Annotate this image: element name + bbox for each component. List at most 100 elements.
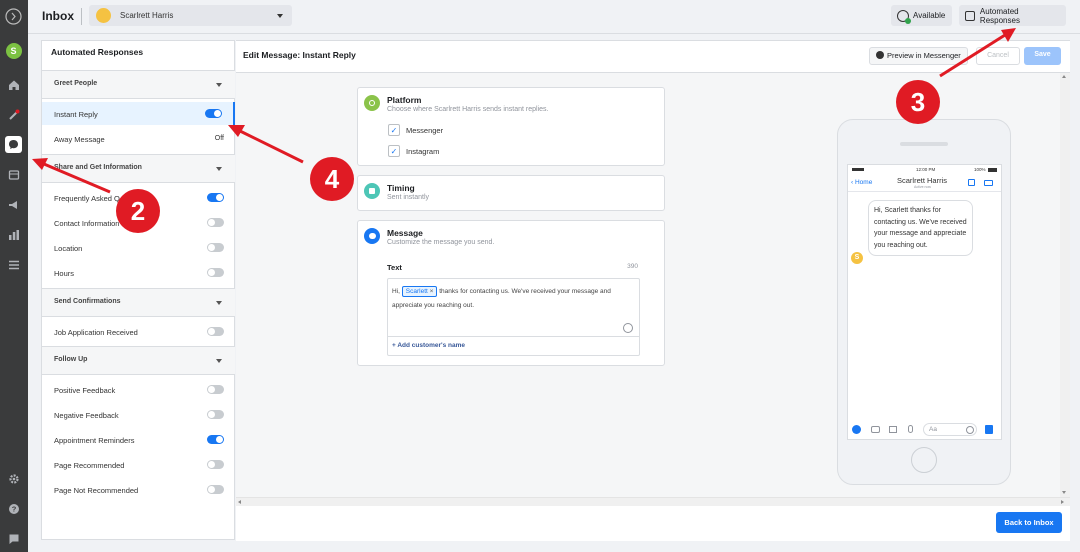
item-location[interactable]: Location	[42, 236, 235, 259]
preview-in-messenger-button[interactable]: Preview in Messenger	[869, 47, 968, 65]
video-call-icon[interactable]	[984, 180, 993, 186]
page-not-recommended-toggle[interactable]	[207, 485, 224, 494]
plus-icon[interactable]	[852, 425, 861, 434]
image-icon[interactable]	[889, 426, 897, 433]
publishing-tools-icon[interactable]	[5, 166, 22, 183]
item-hours[interactable]: Hours	[42, 261, 235, 284]
page-avatar[interactable]: S	[5, 42, 22, 59]
item-page-recommended[interactable]: Page Recommended	[42, 453, 235, 476]
message-title: Message	[387, 228, 423, 238]
section-follow-up[interactable]: Follow Up	[42, 346, 235, 375]
text-label: Text	[387, 263, 402, 272]
positive-feedback-toggle[interactable]	[207, 385, 224, 394]
hours-toggle[interactable]	[207, 268, 224, 277]
item-label: Positive Feedback	[54, 386, 116, 395]
home-button[interactable]	[911, 447, 937, 473]
page-recommended-toggle[interactable]	[207, 460, 224, 469]
section-label: Send Confirmations	[54, 298, 121, 305]
away-message-status: Off	[214, 135, 224, 142]
chat-bubble: Hi, Scarlett thanks for contacting us. W…	[868, 200, 973, 256]
item-label: Page Recommended	[54, 461, 125, 470]
section-greet-people[interactable]: Greet People	[42, 70, 235, 99]
back-to-inbox-button[interactable]: Back to Inbox	[996, 512, 1062, 533]
instagram-checkbox[interactable]: ✓	[388, 145, 400, 157]
panel-title: Automated Responses	[51, 47, 144, 57]
item-label: Frequently Asked Q	[54, 194, 120, 203]
insights-icon[interactable]	[5, 226, 22, 243]
notifications-icon[interactable]	[5, 106, 22, 123]
expand-icon[interactable]	[5, 8, 22, 25]
message-subtitle: Customize the message you send.	[387, 239, 495, 246]
job-application-toggle[interactable]	[207, 327, 224, 336]
item-label: Location	[54, 244, 83, 253]
page-selector[interactable]: Scarlrett Harris	[89, 5, 292, 26]
phone-speaker	[900, 142, 948, 146]
annotation-badge-4: 4	[310, 157, 354, 201]
vertical-scrollbar[interactable]	[1060, 73, 1070, 497]
item-job-application[interactable]: Job Application Received	[42, 320, 235, 343]
settings-icon[interactable]	[5, 470, 22, 487]
camera-icon[interactable]	[871, 426, 880, 433]
inbox-title: Inbox	[42, 9, 74, 23]
divider	[81, 8, 82, 25]
scroll-up-icon[interactable]	[1062, 75, 1066, 78]
appointment-reminders-toggle[interactable]	[207, 435, 224, 444]
edit-header: Edit Message: Instant Reply Preview in M…	[236, 41, 1070, 73]
phone-call-icon[interactable]	[968, 179, 975, 186]
automated-responses-label: Automated Responses	[979, 6, 1020, 25]
availability-button[interactable]: Available	[891, 5, 952, 26]
faq-toggle[interactable]	[207, 193, 224, 202]
page-avatar-icon	[96, 8, 111, 23]
scroll-down-icon[interactable]	[1062, 491, 1066, 494]
horizontal-scrollbar[interactable]	[236, 497, 1070, 506]
item-negative-feedback[interactable]: Negative Feedback	[42, 403, 235, 426]
name-token[interactable]: Scarlett ×	[401, 286, 438, 297]
contact-information-toggle[interactable]	[207, 218, 224, 227]
feedback-icon[interactable]	[5, 530, 22, 547]
negative-feedback-toggle[interactable]	[207, 410, 224, 419]
like-icon[interactable]	[985, 425, 993, 434]
messenger-checkbox[interactable]: ✓	[388, 124, 400, 136]
add-customer-name-link[interactable]: + Add customer's name	[392, 342, 465, 349]
ads-icon[interactable]	[5, 196, 22, 213]
scroll-left-icon[interactable]	[238, 500, 241, 504]
chevron-down-icon	[216, 83, 222, 87]
messenger-option-label: Messenger	[406, 126, 444, 135]
scroll-right-icon[interactable]	[1061, 500, 1064, 504]
nav-rail: S ?	[0, 0, 28, 552]
timing-card[interactable]: Timing Sent instantly	[357, 175, 665, 211]
inbox-icon[interactable]	[5, 136, 22, 153]
item-page-not-recommended[interactable]: Page Not Recommended	[42, 478, 235, 501]
item-instant-reply[interactable]: Instant Reply	[42, 102, 235, 125]
section-share-info[interactable]: Share and Get Information	[42, 154, 235, 183]
editor-canvas: Platform Choose where Scarlrett Harris s…	[236, 73, 1070, 497]
instant-reply-toggle[interactable]	[205, 109, 222, 118]
mic-icon[interactable]	[908, 425, 913, 433]
home-icon[interactable]	[5, 76, 22, 93]
message-textarea[interactable]: Hi, Scarlett × thanks for contacting us.…	[387, 278, 640, 356]
back-home-link[interactable]: ‹ Home	[851, 179, 872, 186]
save-button[interactable]: Save	[1024, 47, 1061, 65]
item-appointment-reminders[interactable]: Appointment Reminders	[42, 428, 235, 451]
messenger-icon	[876, 51, 884, 59]
item-away-message[interactable]: Away Message Off	[42, 127, 235, 150]
help-icon[interactable]: ?	[5, 500, 22, 517]
menu-icon[interactable]	[5, 256, 22, 273]
section-label: Share and Get Information	[54, 164, 142, 171]
remove-token-icon[interactable]: ×	[430, 288, 434, 295]
message-prefix: Hi,	[392, 288, 400, 295]
cancel-button[interactable]: Cancel	[976, 47, 1020, 65]
location-toggle[interactable]	[207, 243, 224, 252]
item-label: Negative Feedback	[54, 411, 119, 420]
item-positive-feedback[interactable]: Positive Feedback	[42, 378, 235, 401]
automated-responses-button[interactable]: Automated Responses	[959, 5, 1066, 26]
message-text: Hi, Scarlett × thanks for contacting us.…	[392, 285, 632, 313]
emoji-icon[interactable]	[966, 426, 974, 434]
phone-screen: 12:00 PM 100% ‹ Home Scarlrett Harris Ac…	[847, 164, 1002, 440]
platform-title: Platform	[387, 95, 422, 105]
section-send-confirmations[interactable]: Send Confirmations	[42, 288, 235, 317]
emoji-icon[interactable]	[623, 323, 633, 333]
automated-responses-panel: Automated Responses Greet People Instant…	[41, 40, 235, 540]
chevron-down-icon	[216, 359, 222, 363]
status-bar: 12:00 PM 100%	[848, 167, 1001, 175]
